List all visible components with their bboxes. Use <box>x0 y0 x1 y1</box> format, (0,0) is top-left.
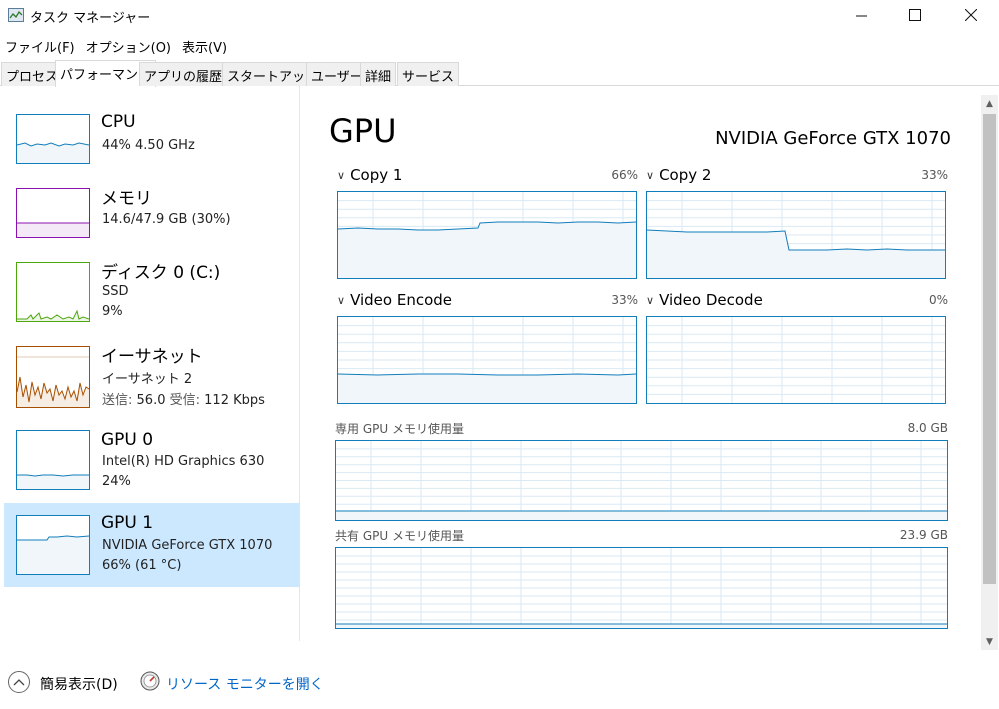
engine-selector-4[interactable]: ∨ Video Decode <box>646 291 763 309</box>
title-bar: タスク マネージャー <box>0 0 999 32</box>
tab-bar: プロセス パフォーマンス アプリの履歴 スタートアップ ユーザー 詳細 サービス <box>0 60 999 87</box>
chevron-down-icon: ∨ <box>646 168 655 182</box>
ethernet-thumbnail-graph <box>16 346 90 408</box>
gpu0-model: Intel(R) HD Graphics 630 <box>102 454 265 469</box>
cpu-thumbnail-graph <box>16 114 90 164</box>
shared-memory-graph <box>335 547 948 629</box>
ethernet-throughput: 送信: 56.0 受信: 112 Kbps <box>102 389 265 408</box>
gpu-detail-panel: GPU NVIDIA GeForce GTX 1070 ∨ Copy 1 66%… <box>301 86 981 641</box>
engine-2-label: Copy 2 <box>659 166 712 184</box>
gpu0-thumbnail-graph <box>16 430 90 490</box>
page-title: GPU <box>329 112 397 150</box>
engine-3-percent: 33% <box>611 293 638 307</box>
memory-usage: 14.6/47.9 GB (30%) <box>102 212 231 227</box>
engine-1-percent: 66% <box>611 168 638 182</box>
engine-2-percent: 33% <box>921 168 948 182</box>
scroll-down-icon[interactable]: ▼ <box>981 633 998 650</box>
maximize-icon <box>909 9 921 21</box>
send-label: 送信: <box>102 393 133 408</box>
tab-users[interactable]: ユーザー <box>306 62 368 86</box>
engine-1-label: Copy 1 <box>350 166 403 184</box>
cpu-label: CPU <box>101 112 136 132</box>
resource-monitor-icon <box>140 671 160 691</box>
engine-3-label: Video Encode <box>350 291 453 309</box>
dedicated-memory-value: 8.0 GB <box>907 421 948 435</box>
dedicated-memory-label: 専用 GPU メモリ使用量 <box>335 422 464 436</box>
close-button[interactable] <box>948 0 994 30</box>
gpu0-usage: 24% <box>102 474 131 489</box>
minimize-icon <box>855 15 867 16</box>
shared-memory-value: 23.9 GB <box>899 528 948 542</box>
send-value: 56.0 <box>136 393 166 408</box>
scrollbar-thumb[interactable] <box>983 114 996 584</box>
menu-file[interactable]: ファイル(F) <box>0 35 80 57</box>
tab-app-history[interactable]: アプリの履歴 <box>139 62 228 86</box>
open-resource-monitor-link[interactable]: リソース モニターを開く <box>166 674 324 694</box>
gpu1-model: NVIDIA GeForce GTX 1070 <box>102 538 273 553</box>
memory-label: メモリ <box>101 189 152 209</box>
tab-processes[interactable]: プロセス <box>1 62 64 86</box>
gpu1-label: GPU 1 <box>101 513 154 533</box>
maximize-button[interactable] <box>892 0 938 30</box>
engine-selector-3[interactable]: ∨ Video Encode <box>337 291 452 309</box>
close-icon <box>965 9 977 21</box>
disk-usage: 9% <box>102 304 123 319</box>
chevron-down-icon: ∨ <box>646 293 655 307</box>
gpu1-usage: 66% (61 °C) <box>102 558 182 573</box>
sidebar-item-disk[interactable]: ディスク 0 (C:) SSD 9% <box>4 254 300 338</box>
receive-value: 112 Kbps <box>204 393 265 408</box>
chevron-down-icon: ∨ <box>337 168 346 182</box>
ethernet-adapter: イーサネット 2 <box>102 372 193 387</box>
vertical-scrollbar[interactable]: ▲ ▼ <box>981 95 998 650</box>
receive-label: 受信: <box>169 393 201 408</box>
tab-details[interactable]: 詳細 <box>360 62 397 86</box>
engine-4-graph <box>646 316 946 404</box>
fewer-details-button[interactable]: 簡易表示(D) <box>40 674 118 694</box>
sidebar-item-gpu1[interactable]: GPU 1 NVIDIA GeForce GTX 1070 66% (61 °C… <box>4 503 300 587</box>
disk-label: ディスク 0 (C:) <box>101 263 221 283</box>
window-title: タスク マネージャー <box>30 11 151 26</box>
dedicated-memory-graph <box>335 440 948 521</box>
engine-4-percent: 0% <box>928 293 948 307</box>
shared-memory-label: 共有 GPU メモリ使用量 <box>335 529 464 543</box>
ethernet-label: イーサネット <box>101 347 203 367</box>
engine-selector-1[interactable]: ∨ Copy 1 <box>337 166 402 184</box>
tab-services[interactable]: サービス <box>397 62 460 86</box>
engine-selector-2[interactable]: ∨ Copy 2 <box>646 166 711 184</box>
chevron-down-icon: ∨ <box>337 293 346 307</box>
cpu-usage: 44% 4.50 GHz <box>102 138 195 153</box>
engine-3-graph <box>337 316 637 404</box>
menu-bar: ファイル(F) オプション(O) 表示(V) <box>0 35 233 57</box>
sidebar-item-ethernet[interactable]: イーサネット イーサネット 2 送信: 56.0 受信: 112 Kbps <box>4 340 300 424</box>
gpu1-thumbnail-graph <box>16 515 90 575</box>
task-manager-icon <box>8 8 24 22</box>
gpu-model-name: NVIDIA GeForce GTX 1070 <box>715 128 951 149</box>
engine-1-graph <box>337 191 637 279</box>
resource-list: CPU 44% 4.50 GHz メモリ 14.6/47.9 GB (30%) … <box>0 86 300 641</box>
chevron-up-circle-icon[interactable] <box>8 671 30 693</box>
memory-thumbnail-graph <box>16 188 90 238</box>
scroll-up-icon[interactable]: ▲ <box>981 95 998 112</box>
engine-2-graph <box>646 191 946 279</box>
sidebar-item-gpu0[interactable]: GPU 0 Intel(R) HD Graphics 630 24% <box>4 420 300 504</box>
gpu0-label: GPU 0 <box>101 430 154 450</box>
menu-view[interactable]: 表示(V) <box>177 35 232 57</box>
footer: 簡易表示(D) リソース モニターを開く <box>0 660 999 708</box>
engine-4-label: Video Decode <box>659 291 763 309</box>
sidebar-item-cpu[interactable]: CPU 44% 4.50 GHz <box>4 100 300 184</box>
disk-thumbnail-graph <box>16 262 90 322</box>
minimize-button[interactable] <box>838 0 884 30</box>
menu-options[interactable]: オプション(O) <box>81 35 176 57</box>
disk-type: SSD <box>102 284 129 299</box>
